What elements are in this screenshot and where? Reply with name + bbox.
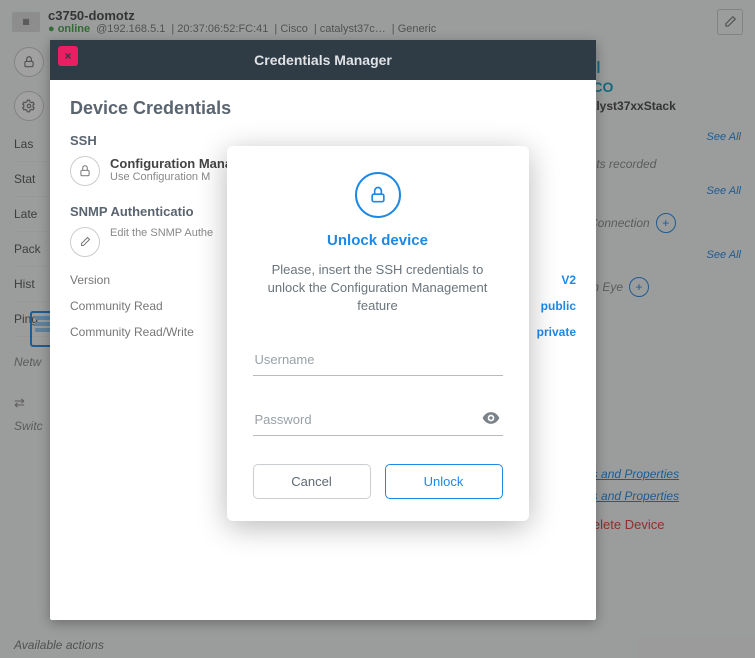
unlock-device-modal: Unlock device Please, insert the SSH cre… [227,146,529,521]
close-button[interactable] [58,46,78,66]
device-credentials-heading: Device Credentials [70,98,576,119]
edit-snmp-button[interactable] [70,227,100,257]
unlock-button[interactable]: Unlock [385,464,503,499]
password-field-wrapper [253,404,503,436]
credentials-manager-title: Credentials Manager [254,52,392,68]
unlock-body-text: Please, insert the SSH credentials to un… [253,261,503,316]
cancel-button[interactable]: Cancel [253,464,371,499]
unlock-title: Unlock device [253,232,503,249]
lock-circle-icon [355,172,401,218]
password-input[interactable] [253,404,503,436]
username-field-wrapper [253,344,503,376]
credentials-manager-header: Credentials Manager [50,40,596,80]
lock-icon [70,156,100,186]
toggle-password-visibility-icon[interactable] [481,408,501,431]
username-input[interactable] [253,344,503,376]
